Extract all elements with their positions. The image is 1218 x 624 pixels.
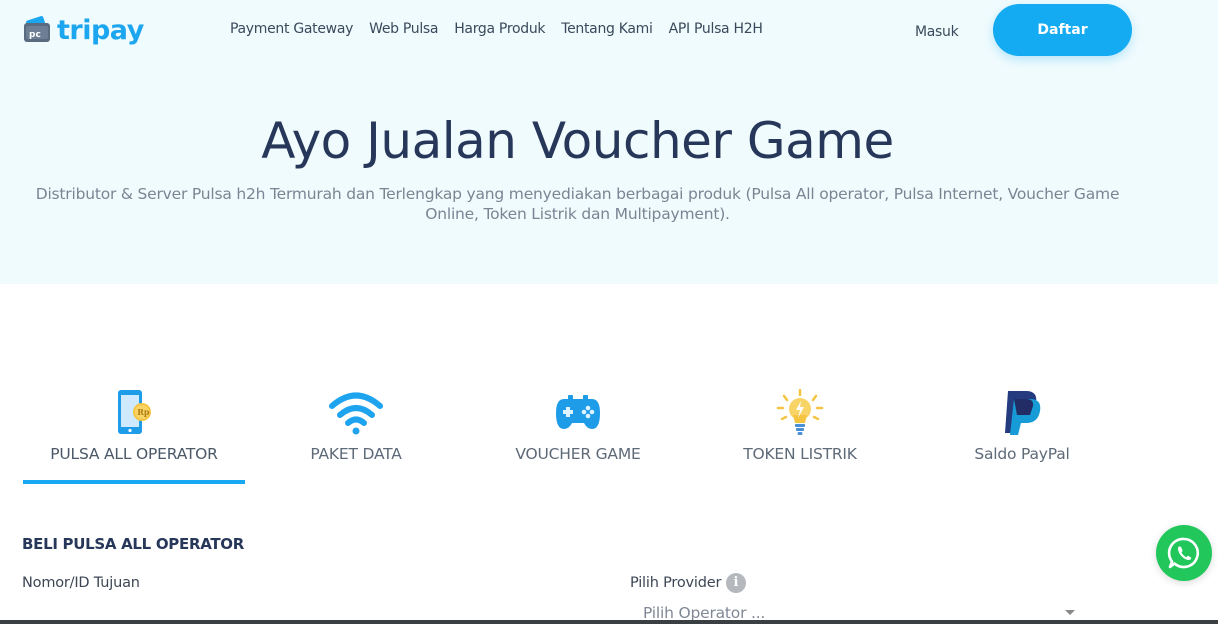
wifi-icon bbox=[328, 387, 384, 439]
nav-web-pulsa[interactable]: Web Pulsa bbox=[369, 21, 438, 37]
gamepad-icon bbox=[550, 387, 606, 439]
nav-api-pulsa-h2h[interactable]: API Pulsa H2H bbox=[669, 21, 763, 37]
caret-down-icon bbox=[1065, 610, 1075, 615]
svg-text:pc: pc bbox=[29, 30, 41, 40]
hero-title: Ayo Jualan Voucher Game bbox=[261, 112, 894, 170]
whatsapp-icon bbox=[1167, 537, 1200, 569]
target-number-input[interactable] bbox=[0, 620, 1218, 624]
svg-text:Rp: Rp bbox=[137, 407, 150, 417]
tab-label: VOUCHER GAME bbox=[515, 445, 641, 463]
tab-label: Saldo PayPal bbox=[974, 445, 1070, 463]
active-tab-indicator bbox=[23, 480, 245, 484]
wallet-logo-icon: pc bbox=[23, 14, 55, 46]
lightbulb-icon bbox=[772, 387, 828, 439]
info-icon[interactable]: i bbox=[726, 573, 746, 593]
nav-payment-gateway[interactable]: Payment Gateway bbox=[230, 21, 353, 37]
paypal-icon bbox=[994, 387, 1050, 439]
tab-pulsa-all-operator[interactable]: Rp PULSA ALL OPERATOR bbox=[23, 383, 245, 484]
form-section-title: BELI PULSA ALL OPERATOR bbox=[22, 535, 244, 553]
target-number-label: Nomor/ID Tujuan bbox=[22, 575, 140, 591]
tab-token-listrik[interactable]: TOKEN LISTRIK bbox=[689, 383, 911, 483]
whatsapp-chat-button[interactable] bbox=[1156, 525, 1212, 581]
tab-label: PAKET DATA bbox=[310, 445, 402, 463]
login-link[interactable]: Masuk bbox=[915, 24, 959, 40]
nav-tentang-kami[interactable]: Tentang Kami bbox=[561, 21, 653, 37]
tab-paket-data[interactable]: PAKET DATA bbox=[245, 383, 467, 483]
register-button[interactable]: Daftar bbox=[993, 4, 1132, 56]
phone-rupiah-icon: Rp bbox=[106, 387, 162, 439]
nav-harga-produk[interactable]: Harga Produk bbox=[454, 21, 545, 37]
tab-label: PULSA ALL OPERATOR bbox=[50, 445, 218, 463]
hero-subtitle: Distributor & Server Pulsa h2h Termurah … bbox=[35, 185, 1120, 223]
tab-voucher-game[interactable]: VOUCHER GAME bbox=[467, 383, 689, 483]
provider-label: Pilih Provider bbox=[630, 575, 722, 591]
brand-logo[interactable]: pc tripay bbox=[23, 14, 144, 46]
tab-saldo-paypal[interactable]: Saldo PayPal bbox=[911, 383, 1133, 483]
brand-name: tripay bbox=[57, 14, 144, 46]
tab-label: TOKEN LISTRIK bbox=[743, 445, 857, 463]
main-nav: Payment Gateway Web Pulsa Harga Produk T… bbox=[230, 21, 779, 37]
product-tabs: Rp PULSA ALL OPERATOR PAKET DATA VOUCHER… bbox=[23, 383, 1133, 484]
